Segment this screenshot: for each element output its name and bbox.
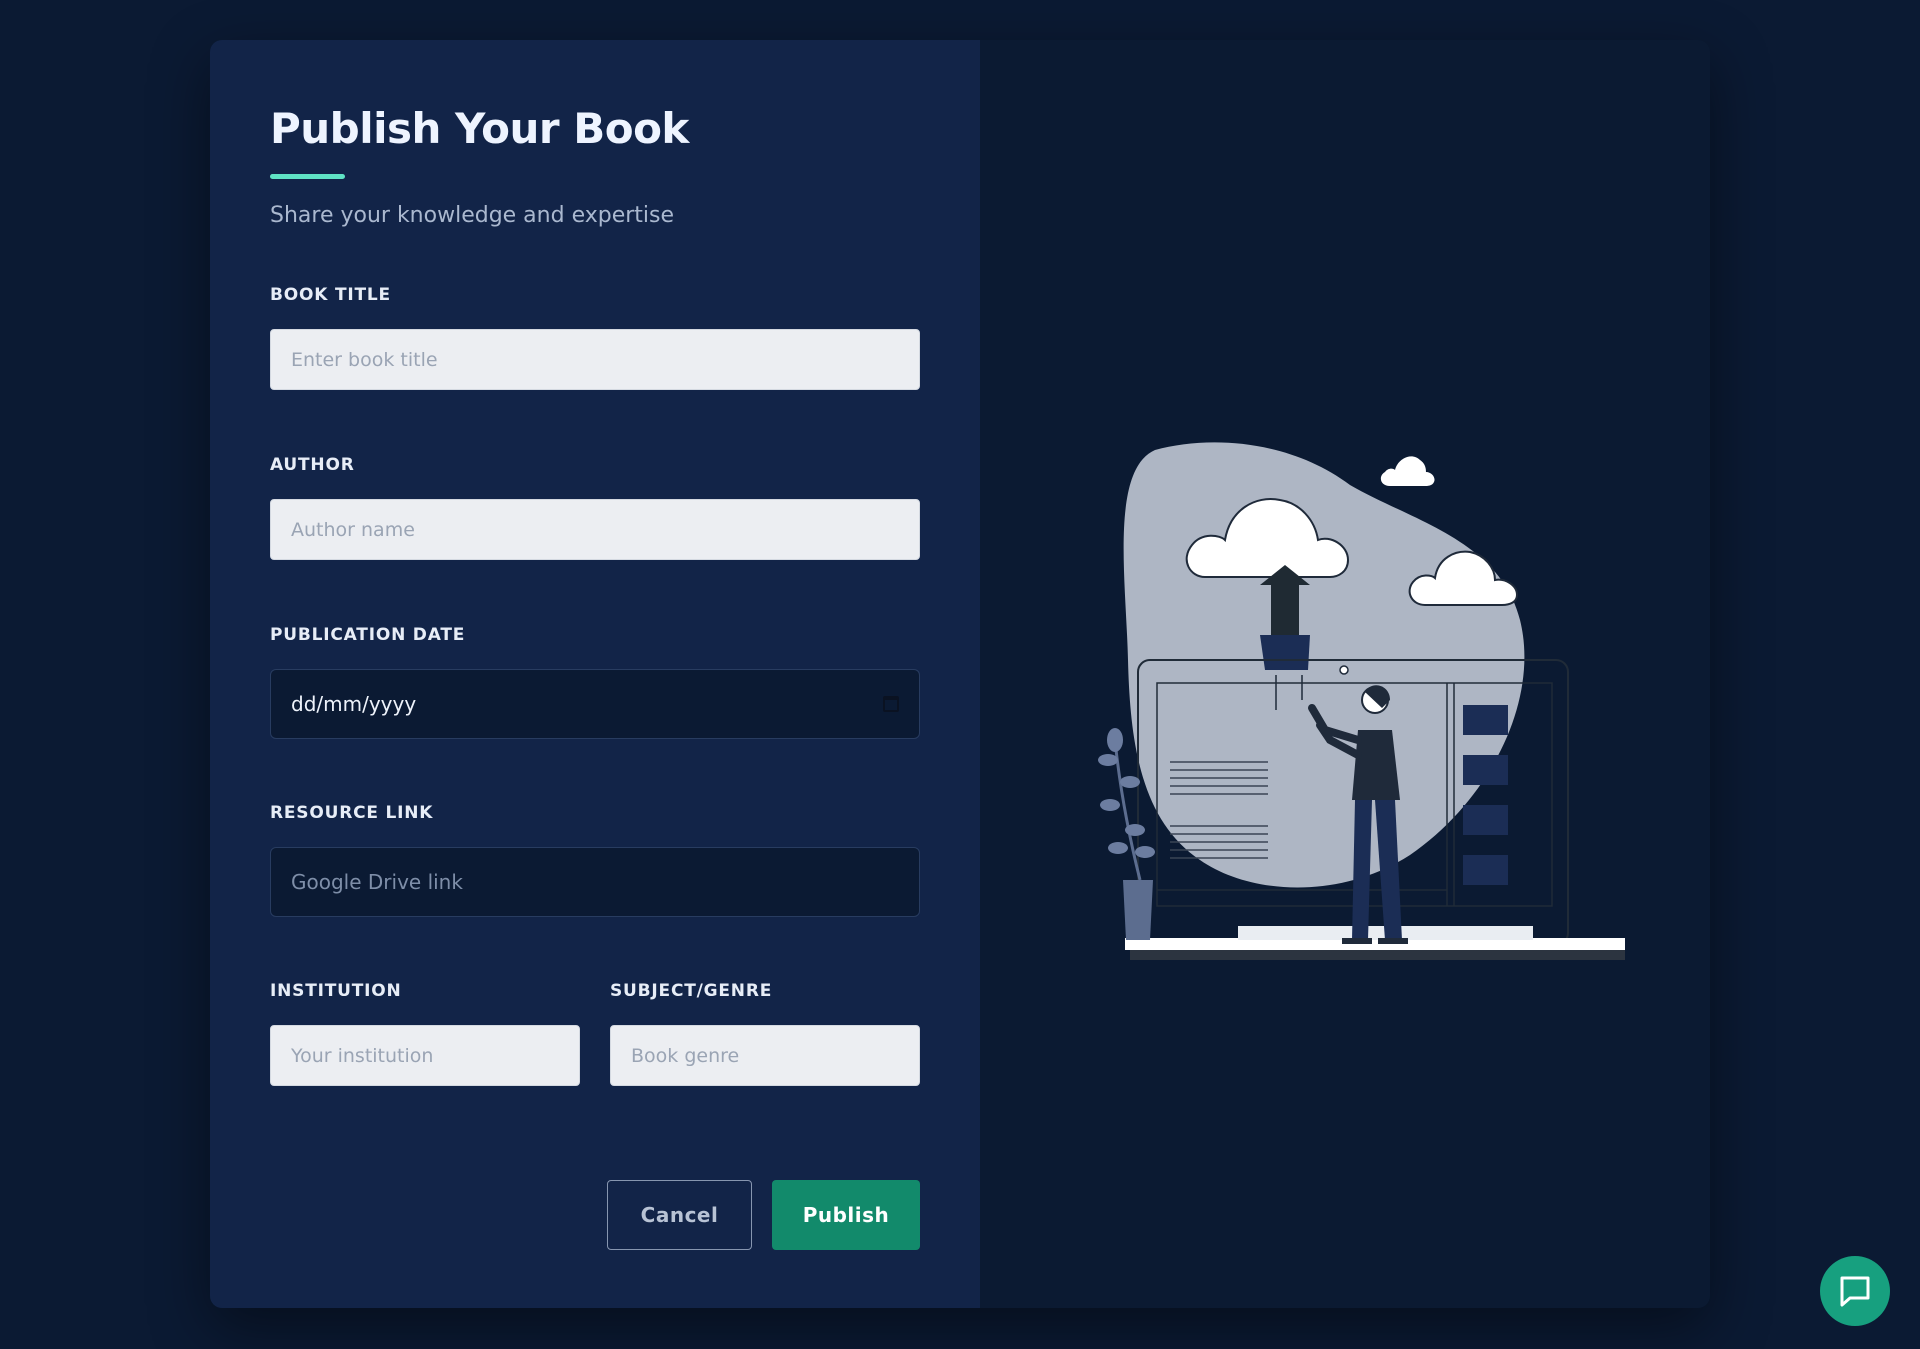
publication-date-display: dd/mm/yyyy: [291, 692, 417, 716]
publication-date-group: PUBLICATION DATE dd/mm/yyyy: [270, 625, 920, 739]
cloud-upload-illustration: [1098, 442, 1625, 960]
author-group: AUTHOR: [270, 455, 920, 560]
calendar-icon[interactable]: [883, 696, 899, 712]
subject-genre-input[interactable]: [610, 1025, 920, 1086]
institution-label: INSTITUTION: [270, 981, 402, 1001]
institution-group: INSTITUTION: [270, 981, 580, 1086]
subject-genre-label: SUBJECT/GENRE: [610, 981, 773, 1001]
book-title-label: BOOK TITLE: [270, 285, 391, 305]
publication-date-input[interactable]: dd/mm/yyyy: [270, 669, 920, 739]
publish-card: Publish Your Book Share your knowledge a…: [210, 40, 1710, 1308]
publication-date-label: PUBLICATION DATE: [270, 625, 466, 645]
subject-genre-group: SUBJECT/GENRE: [610, 981, 920, 1086]
resource-link-label: RESOURCE LINK: [270, 803, 434, 823]
chat-bubble-icon: [1840, 1276, 1870, 1307]
title-underline: [270, 174, 345, 180]
resource-link-field: [270, 847, 920, 917]
author-input[interactable]: [270, 499, 920, 560]
page-title: Publish Your Book: [270, 104, 689, 153]
illustration-panel: [980, 40, 1710, 1308]
publish-button[interactable]: Publish: [772, 1180, 920, 1250]
chat-button[interactable]: [1820, 1256, 1890, 1326]
cancel-button[interactable]: Cancel: [607, 1180, 752, 1250]
institution-input[interactable]: [270, 1025, 580, 1086]
book-title-input[interactable]: [270, 329, 920, 390]
book-title-group: BOOK TITLE: [270, 285, 920, 390]
resource-link-group: RESOURCE LINK: [270, 803, 920, 917]
resource-link-input[interactable]: [291, 870, 899, 894]
page-subtitle: Share your knowledge and expertise: [270, 203, 675, 229]
author-label: AUTHOR: [270, 455, 355, 475]
